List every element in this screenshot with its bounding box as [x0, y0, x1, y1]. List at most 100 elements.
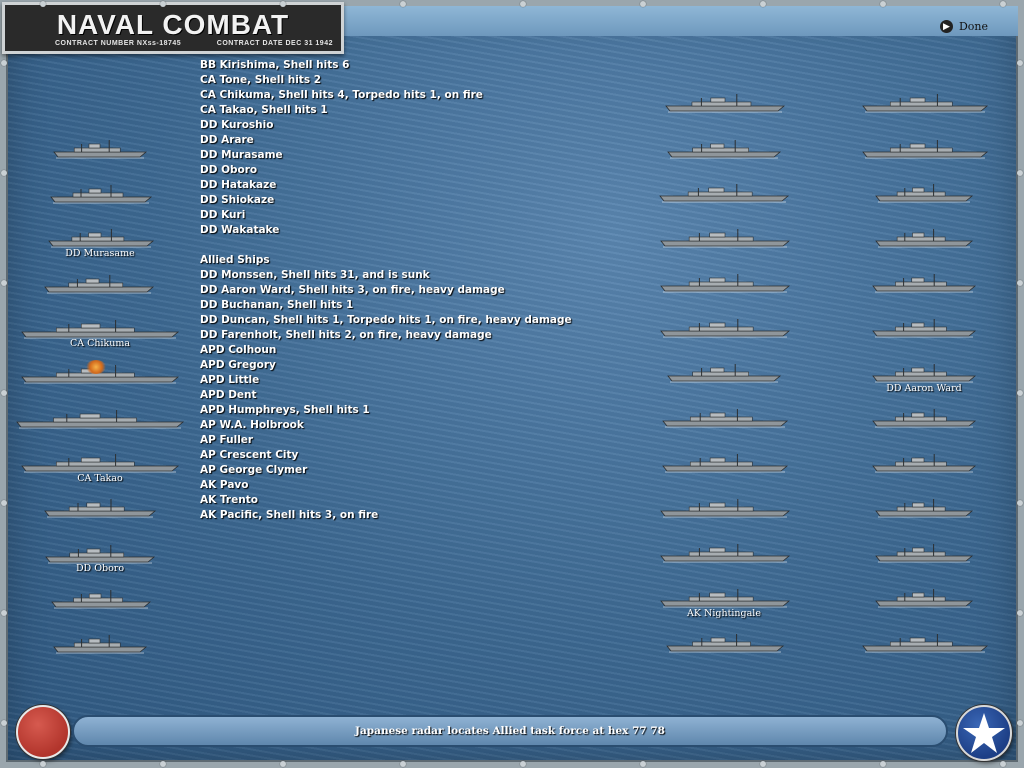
done-button[interactable]: ▶ Done [939, 20, 988, 33]
report-line: CA Takao, Shell hits 1 [200, 104, 328, 116]
frame-rivet [520, 761, 526, 767]
done-label: Done [958, 20, 988, 33]
ship-silhouette[interactable] [53, 634, 148, 654]
ship-icon [875, 229, 974, 248]
ship-icon [862, 634, 989, 653]
ship-silhouette[interactable] [660, 228, 791, 248]
ship-silhouette[interactable] [875, 183, 974, 203]
status-message: Japanese radar locates Allied task force… [355, 725, 665, 737]
game-title: NAVAL COMBAT [56, 9, 290, 40]
ship-silhouette[interactable] [660, 273, 791, 293]
frame-rivet [160, 761, 166, 767]
ship-icon [53, 635, 148, 654]
ship-icon [44, 499, 157, 518]
frame-rivet [1000, 1, 1006, 7]
frame-rivet [1, 390, 7, 396]
frame-rivet [40, 761, 46, 767]
ship-silhouette[interactable] [872, 453, 977, 473]
ship-silhouette[interactable] [665, 93, 786, 113]
ship-silhouette[interactable] [667, 139, 782, 159]
ship-silhouette[interactable] [872, 318, 977, 338]
report-line: APD Little [200, 374, 260, 386]
ship-silhouette[interactable] [872, 363, 977, 383]
report-line: DD Murasame [200, 149, 283, 161]
ship-icon [48, 229, 155, 248]
ship-silhouette[interactable] [21, 319, 180, 339]
ship-silhouette[interactable] [50, 184, 153, 204]
ship-silhouette[interactable] [660, 543, 791, 563]
ship-label-takao: CA Takao [77, 473, 123, 484]
ship-silhouette[interactable] [862, 139, 989, 159]
ship-silhouette[interactable] [662, 453, 789, 473]
frame-rivet [1017, 720, 1023, 726]
report-line: APD Humphreys, Shell hits 1 [200, 404, 370, 416]
report-line: BB Kirishima, Shell hits 6 [200, 59, 350, 71]
ship-icon [872, 274, 977, 293]
frame-rivet [1, 720, 7, 726]
ship-silhouette[interactable] [659, 183, 790, 203]
ship-silhouette[interactable] [48, 228, 155, 248]
frame-rivet [640, 1, 646, 7]
allied-ships-heading: Allied Ships [200, 254, 270, 266]
arrow-circle-icon: ▶ [939, 20, 953, 33]
ship-icon [660, 319, 791, 338]
report-line: DD Hatakaze [200, 179, 277, 191]
report-line [200, 238, 640, 253]
contract-info: CONTRACT NUMBER NXss-18745 CONTRACT DATE… [55, 40, 333, 47]
ship-silhouette[interactable] [872, 408, 977, 428]
ship-silhouette[interactable] [875, 588, 974, 608]
ship-label-murasame: DD Murasame [65, 248, 135, 259]
ship-icon [666, 634, 785, 653]
ship-icon [872, 409, 977, 428]
ship-silhouette[interactable] [44, 498, 157, 518]
ship-silhouette[interactable] [44, 274, 155, 294]
japan-side-button[interactable] [16, 705, 70, 759]
frame-rivet [1, 60, 7, 66]
ship-silhouette[interactable] [667, 363, 782, 383]
ship-silhouette[interactable] [660, 588, 791, 608]
ship-icon [660, 499, 791, 518]
ship-silhouette[interactable] [21, 453, 180, 473]
ship-silhouette[interactable] [875, 498, 974, 518]
ship-label-nightingale: AK Nightingale [687, 608, 761, 619]
report-line: DD Monssen, Shell hits 31, and is sunk [200, 269, 430, 281]
ship-silhouette[interactable] [51, 589, 152, 609]
ship-silhouette[interactable] [872, 273, 977, 293]
report-line: DD Kuri [200, 209, 246, 221]
allied-side-button[interactable] [956, 705, 1012, 761]
ship-silhouette[interactable] [662, 408, 789, 428]
ship-icon [875, 184, 974, 203]
ship-silhouette[interactable] [16, 409, 185, 429]
ship-icon [21, 454, 180, 473]
ship-silhouette[interactable] [862, 93, 989, 113]
frame-rivet [1, 280, 7, 286]
report-line: AK Pacific, Shell hits 3, on fire [200, 509, 379, 521]
frame-rivet [760, 761, 766, 767]
ship-silhouette[interactable] [862, 633, 989, 653]
title-plate: NAVAL COMBAT CONTRACT NUMBER NXss-18745 … [2, 2, 344, 54]
ship-icon [667, 140, 782, 159]
ship-icon [50, 185, 153, 204]
frame-rivet [880, 1, 886, 7]
ship-icon [667, 364, 782, 383]
frame-rivet [640, 761, 646, 767]
ship-silhouette[interactable] [660, 318, 791, 338]
frame-rivet [400, 1, 406, 7]
frame-rivet [760, 1, 766, 7]
contract-date: CONTRACT DATE DEC 31 1942 [216, 40, 333, 47]
ship-icon [53, 140, 148, 159]
ship-silhouette[interactable] [875, 228, 974, 248]
report-line: DD Buchanan, Shell hits 1 [200, 299, 354, 311]
report-line: APD Dent [200, 389, 257, 401]
ship-silhouette[interactable] [875, 543, 974, 563]
ship-silhouette[interactable] [660, 498, 791, 518]
report-line: CA Chikuma, Shell hits 4, Torpedo hits 1… [200, 89, 483, 101]
ship-silhouette[interactable] [45, 544, 156, 564]
report-line: APD Gregory [200, 359, 276, 371]
ship-silhouette[interactable] [666, 633, 785, 653]
report-line: DD Oboro [200, 164, 258, 176]
frame-rivet [400, 761, 406, 767]
ship-silhouette[interactable] [53, 139, 148, 159]
frame-rivet [880, 761, 886, 767]
frame-rivet [40, 1, 46, 7]
